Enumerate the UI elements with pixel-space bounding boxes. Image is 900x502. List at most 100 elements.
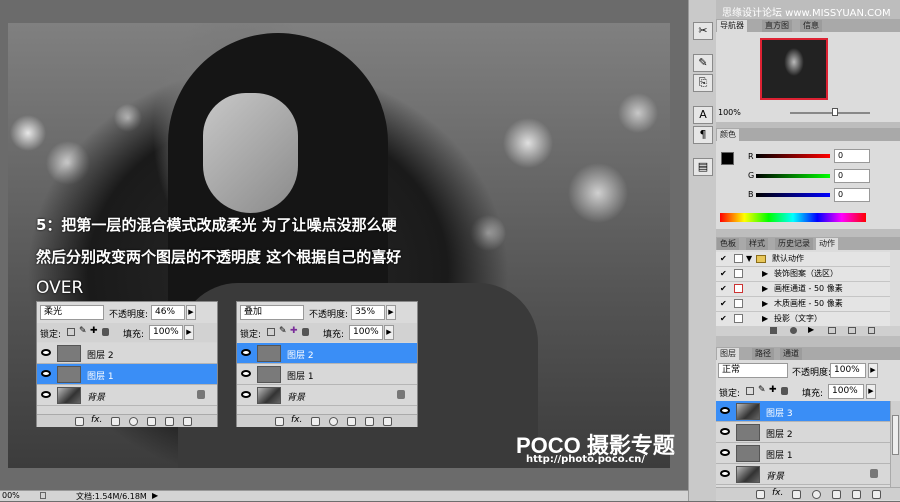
new-group-icon[interactable] (147, 417, 156, 426)
adjustment-layer-icon[interactable] (812, 490, 821, 499)
dialog-toggle[interactable] (734, 314, 743, 323)
checkmark-icon[interactable]: ✔ (720, 315, 728, 323)
opacity-arrow-button[interactable]: ▶ (868, 363, 878, 378)
tab-paths[interactable]: 路径 (752, 348, 774, 360)
tab-channels[interactable]: 通道 (780, 348, 802, 360)
action-item[interactable]: ✔ ▶ 画框通道 - 50 像素 (716, 282, 890, 297)
adjustment-layer-icon[interactable] (129, 417, 138, 426)
channel-g-input[interactable]: 0 (834, 169, 870, 183)
fill-input[interactable]: 100% (149, 325, 183, 340)
new-group-icon[interactable] (347, 417, 356, 426)
layer-style-fx-icon[interactable]: fx. (291, 415, 302, 425)
brush-preset-icon[interactable]: ✎ (693, 54, 713, 72)
dialog-toggle[interactable] (734, 269, 743, 278)
fill-arrow-button[interactable]: ▶ (866, 384, 876, 399)
tab-color[interactable]: 颜色 (717, 129, 739, 141)
lock-position-icon[interactable]: ✚ (290, 326, 298, 336)
visibility-eye-icon[interactable] (41, 391, 51, 398)
layer-row[interactable]: 图层 1 (237, 364, 417, 385)
action-set-default[interactable]: ✔ ▼ 默认动作 (716, 252, 890, 267)
layer-style-fx-icon[interactable]: fx. (772, 488, 783, 498)
tab-info[interactable]: 信息 (800, 20, 822, 32)
expand-arrow-icon[interactable]: ▶ (762, 312, 768, 326)
lock-position-icon[interactable]: ✚ (90, 326, 98, 336)
navigator-slider-thumb[interactable] (832, 108, 838, 116)
opacity-arrow-button[interactable]: ▶ (386, 305, 396, 320)
fill-arrow-button[interactable]: ▶ (184, 325, 194, 340)
blend-mode-select[interactable]: 叠加 (240, 305, 304, 320)
layer-row[interactable]: 背景 (716, 464, 890, 485)
layer-row[interactable]: 图层 2 (37, 343, 217, 364)
lock-pixels-icon[interactable]: ✎ (758, 385, 766, 395)
channel-b-slider[interactable] (756, 193, 830, 197)
action-item[interactable]: ✔ ▶ 投影（文字） (716, 312, 890, 327)
channel-r-input[interactable]: 0 (834, 149, 870, 163)
lock-transparency-icon[interactable] (746, 387, 754, 395)
navigator-zoom-slider[interactable] (790, 112, 870, 114)
channel-r-slider[interactable] (756, 154, 830, 158)
visibility-eye-icon[interactable] (720, 470, 730, 477)
new-set-icon[interactable] (828, 327, 836, 334)
layer-row-selected[interactable]: 图层 3 (716, 401, 890, 422)
opacity-arrow-button[interactable]: ▶ (186, 305, 196, 320)
layer-row[interactable]: 图层 2 (716, 422, 890, 443)
lock-pixels-icon[interactable]: ✎ (79, 326, 87, 336)
fill-input[interactable]: 100% (828, 384, 864, 399)
color-ramp[interactable] (720, 213, 866, 222)
layer-row-selected[interactable]: 图层 1 (37, 364, 217, 385)
foreground-swatch[interactable] (721, 152, 734, 165)
layer-style-fx-icon[interactable]: fx. (91, 415, 102, 425)
expand-arrow-icon[interactable]: ▶ (762, 267, 768, 281)
trash-icon[interactable] (868, 327, 875, 334)
trash-icon[interactable] (383, 417, 392, 426)
visibility-eye-icon[interactable] (41, 349, 51, 356)
link-layers-icon[interactable] (756, 490, 765, 499)
blend-mode-select[interactable]: 正常 (718, 363, 788, 378)
add-mask-icon[interactable] (111, 417, 120, 426)
new-action-icon[interactable] (848, 327, 856, 334)
link-layers-icon[interactable] (75, 417, 84, 426)
action-item[interactable]: ✔ ▶ 木质画框 - 50 像素 (716, 297, 890, 312)
expand-arrow-icon[interactable]: ▶ (762, 282, 768, 296)
checkmark-icon[interactable]: ✔ (720, 255, 728, 263)
status-zoom[interactable]: 00% (2, 491, 20, 500)
new-group-icon[interactable] (832, 490, 841, 499)
lock-transparency-icon[interactable] (267, 328, 275, 336)
blend-mode-select[interactable]: 柔光 (40, 305, 104, 320)
dialog-toggle[interactable] (734, 284, 743, 293)
trash-icon[interactable] (183, 417, 192, 426)
tab-navigator[interactable]: 导航器 (717, 20, 747, 32)
navigator-zoom[interactable]: 100% (718, 108, 741, 117)
opacity-input[interactable]: 35% (351, 305, 385, 320)
status-menu-arrow-icon[interactable]: ▶ (152, 491, 158, 500)
new-layer-icon[interactable] (365, 417, 374, 426)
paragraph-icon[interactable]: ¶ (693, 126, 713, 144)
action-item[interactable]: ✔ ▶ 装饰图案（选区） (716, 267, 890, 282)
lock-pixels-icon[interactable]: ✎ (279, 326, 287, 336)
opacity-input[interactable]: 100% (830, 363, 866, 378)
scrollbar-thumb[interactable] (892, 415, 899, 455)
add-mask-icon[interactable] (792, 490, 801, 499)
lock-all-icon[interactable] (302, 328, 309, 336)
visibility-eye-icon[interactable] (720, 449, 730, 456)
clone-source-icon[interactable]: ⎘ (693, 74, 713, 92)
record-icon[interactable] (790, 327, 797, 334)
adjustment-layer-icon[interactable] (329, 417, 338, 426)
dialog-toggle[interactable] (734, 254, 743, 263)
layer-row-selected[interactable]: 图层 2 (237, 343, 417, 364)
tab-history[interactable]: 历史记录 (775, 238, 813, 250)
tab-actions[interactable]: 动作 (816, 238, 838, 250)
navigator-preview[interactable] (760, 38, 828, 100)
trash-icon[interactable] (872, 490, 881, 499)
new-layer-icon[interactable] (165, 417, 174, 426)
visibility-eye-icon[interactable] (241, 349, 251, 356)
play-icon[interactable]: ▶ (808, 325, 814, 334)
tab-styles[interactable]: 样式 (746, 238, 768, 250)
checkmark-icon[interactable]: ✔ (720, 300, 728, 308)
channel-g-slider[interactable] (756, 174, 830, 178)
channel-b-input[interactable]: 0 (834, 188, 870, 202)
character-icon[interactable]: A (693, 106, 713, 124)
layer-comps-icon[interactable]: ▤ (693, 158, 713, 176)
stop-icon[interactable] (770, 327, 777, 334)
lock-position-icon[interactable]: ✚ (769, 385, 777, 395)
